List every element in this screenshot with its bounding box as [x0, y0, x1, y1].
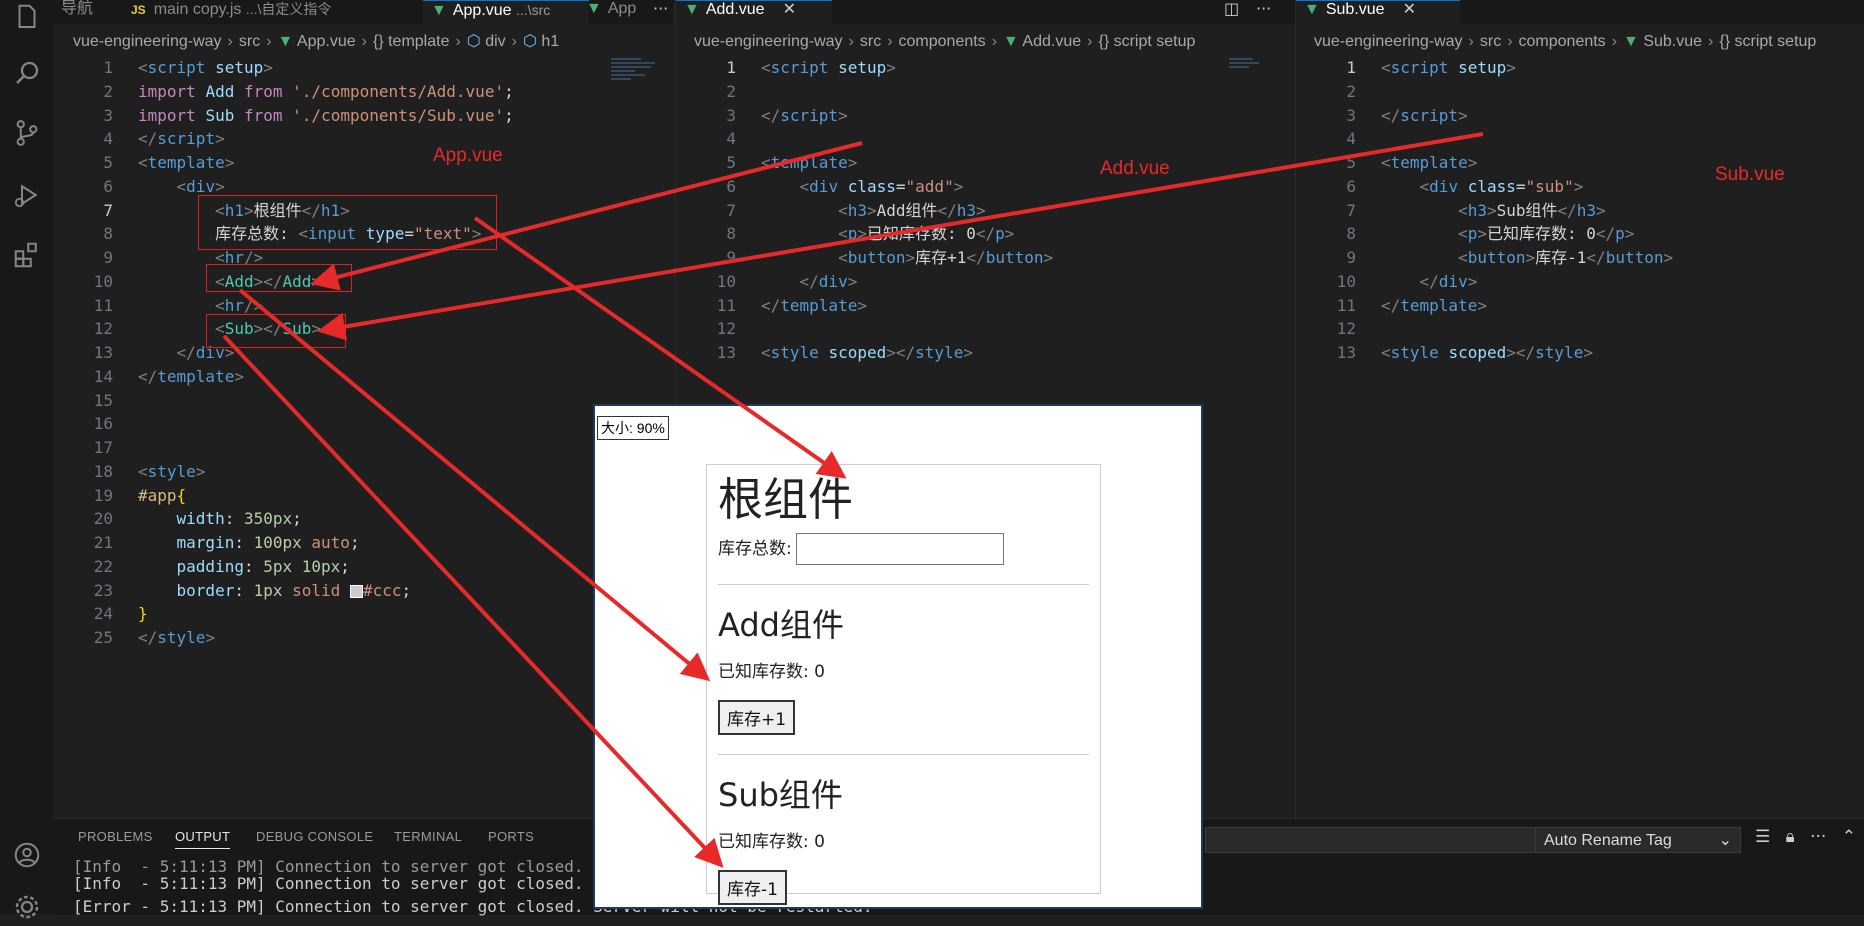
annotation-box-add: [206, 264, 352, 292]
breadcrumb-item[interactable]: {} script setup: [1719, 33, 1816, 50]
tab-problems[interactable]: PROBLEMS: [78, 829, 153, 844]
source-control-icon[interactable]: [12, 118, 42, 148]
breadcrumb-item[interactable]: src: [860, 33, 881, 50]
gear-icon[interactable]: [12, 892, 42, 922]
breadcrumb-item[interactable]: Sub.vue: [1643, 33, 1702, 50]
tab-label: App.vue: [452, 2, 512, 19]
run-debug-icon[interactable]: [12, 180, 42, 210]
sub-known-stock: 已知库存数: 0: [718, 832, 825, 852]
tab-bar: 导航 JS main copy.js ...\自定义指令 ▼ App.vue ...…: [53, 0, 673, 25]
activity-bar: [0, 0, 54, 919]
tab-app[interactable]: ▼ App: [578, 0, 664, 24]
divider: [718, 584, 1089, 585]
vue-icon: ▼: [1304, 1, 1320, 18]
breadcrumb-item[interactable]: components: [1519, 33, 1606, 50]
annotation-app-label: App.vue: [433, 145, 503, 166]
vue-icon: ▼: [586, 0, 602, 17]
app-root: 根组件 库存总数: Add组件 已知库存数: 0 库存+1 Sub组件 已知库存…: [706, 464, 1101, 905]
zoom-indicator: 大小: 90%: [597, 416, 669, 440]
panel-actions: ☰ 🔒︎ ··· ⌃: [1755, 827, 1856, 847]
tab-label: Sub.vue: [1325, 1, 1385, 18]
tab-output[interactable]: OUTPUT: [175, 829, 231, 849]
vue-icon: ▼: [684, 1, 700, 18]
tab-label: App: [607, 0, 637, 17]
tab-ports[interactable]: PORTS: [488, 829, 534, 844]
breadcrumb-item[interactable]: div: [485, 33, 505, 50]
tab-debug-console[interactable]: DEBUG CONSOLE: [256, 829, 373, 844]
vue-icon: ▼: [431, 2, 447, 19]
close-icon[interactable]: ✕: [1403, 1, 1416, 18]
more-actions-icon[interactable]: ···: [1256, 0, 1271, 24]
account-icon[interactable]: [12, 840, 42, 870]
breadcrumb-item[interactable]: vue-engineering-way: [73, 33, 222, 50]
files-icon[interactable]: [12, 2, 42, 32]
code-editor[interactable]: 1 <script setup> 2 3 </script> 4 5 <templat…: [676, 56, 1296, 365]
lock-icon[interactable]: 🔒︎: [1786, 827, 1795, 847]
browser-preview: 大小: 90% 根组件 库存总数: Add组件 已知库存数: 0 库存+1 Su…: [593, 404, 1203, 909]
add-stock-button[interactable]: 库存+1: [718, 700, 796, 735]
tab-navigation[interactable]: 导航: [53, 0, 129, 24]
add-title: Add组件: [718, 606, 844, 644]
tab-main-copy-js[interactable]: JS main copy.js ...\自定义指令: [123, 0, 429, 24]
annotation-sub-label: Sub.vue: [1715, 164, 1785, 185]
more-actions-icon[interactable]: ···: [653, 0, 668, 24]
breadcrumb-item[interactable]: src: [1480, 33, 1501, 50]
extensions-icon[interactable]: [12, 240, 42, 270]
chevron-up-icon[interactable]: ⌃: [1842, 827, 1856, 847]
tab-app-vue[interactable]: ▼ App.vue ...\src: [423, 0, 589, 25]
tab-description: ...\src: [516, 2, 551, 18]
breadcrumb-item[interactable]: src: [239, 33, 260, 50]
annotation-box-sub: [206, 314, 346, 348]
clear-output-icon[interactable]: ☰: [1755, 827, 1770, 847]
search-icon[interactable]: [12, 58, 42, 88]
code-editor[interactable]: 1 <script setup> 2 import Add from './comp…: [53, 56, 673, 650]
tab-label: Add.vue: [705, 1, 765, 18]
tab-bar: ▼ Sub.vue ✕: [1296, 0, 1864, 25]
breadcrumb-item[interactable]: vue-engineering-way: [694, 33, 843, 50]
breadcrumb-item[interactable]: components: [899, 33, 986, 50]
split-editor-icon[interactable]: ◫: [1224, 0, 1239, 24]
stock-input[interactable]: [795, 533, 1004, 565]
code-editor[interactable]: 1 <script setup> 2 3 </script> 4 5 <templat…: [1296, 56, 1864, 365]
tab-terminal[interactable]: TERMINAL: [394, 829, 462, 844]
editor-pane-app: 导航 JS main copy.js ...\自定义指令 ▼ App.vue ...…: [53, 0, 673, 818]
divider: [718, 754, 1089, 755]
output-channel-value: Auto Rename Tag: [1544, 832, 1672, 849]
output-channel-select[interactable]: Auto Rename Tag ⌄: [1535, 827, 1741, 853]
stock-row: 库存总数:: [718, 533, 1089, 565]
tab-sub-vue[interactable]: ▼ Sub.vue ✕: [1296, 0, 1460, 25]
breadcrumb-item[interactable]: {} template: [373, 33, 450, 50]
breadcrumb-item[interactable]: vue-engineering-way: [1314, 33, 1463, 50]
sub-stock-button[interactable]: 库存-1: [718, 870, 787, 905]
root-title: 根组件: [718, 473, 854, 526]
add-known-stock: 已知库存数: 0: [718, 662, 825, 682]
close-icon[interactable]: ✕: [783, 1, 796, 18]
chevron-down-icon: ⌄: [1718, 832, 1732, 849]
more-actions-icon[interactable]: ···: [1810, 827, 1826, 847]
editor-pane-sub: ▼ Sub.vue ✕ vue-engineering-way › src › compon…: [1295, 0, 1864, 818]
js-file-icon: JS: [131, 3, 146, 17]
output-filter-input[interactable]: [1205, 827, 1577, 853]
tab-add-vue[interactable]: ▼ Add.vue ✕: [676, 0, 832, 25]
tab-bar: ▼ Add.vue ✕ ◫ ···: [676, 0, 1296, 25]
annotation-add-label: Add.vue: [1100, 158, 1170, 179]
breadcrumb: vue-engineering-way › src › components › ▼ Add…: [694, 33, 1196, 50]
breadcrumb-item[interactable]: h1: [541, 33, 559, 50]
breadcrumb-item[interactable]: {} script setup: [1098, 33, 1195, 50]
stock-label: 库存总数:: [718, 539, 792, 559]
tab-label: 导航: [61, 0, 94, 17]
tab-description: ...\自定义指令: [245, 1, 332, 17]
breadcrumb: vue-engineering-way › src › ▼ App.vue ›{} tem…: [73, 33, 560, 50]
breadcrumb-item[interactable]: App.vue: [297, 33, 356, 50]
breadcrumb: vue-engineering-way › src › components › ▼ Sub…: [1314, 33, 1817, 50]
annotation-box-root: [198, 195, 497, 250]
tab-label: main copy.js: [153, 1, 242, 18]
breadcrumb-item[interactable]: Add.vue: [1022, 33, 1081, 50]
output-line: [Info - 5:11:13 PM] Connection to server…: [73, 874, 584, 893]
sub-title: Sub组件: [718, 776, 843, 814]
